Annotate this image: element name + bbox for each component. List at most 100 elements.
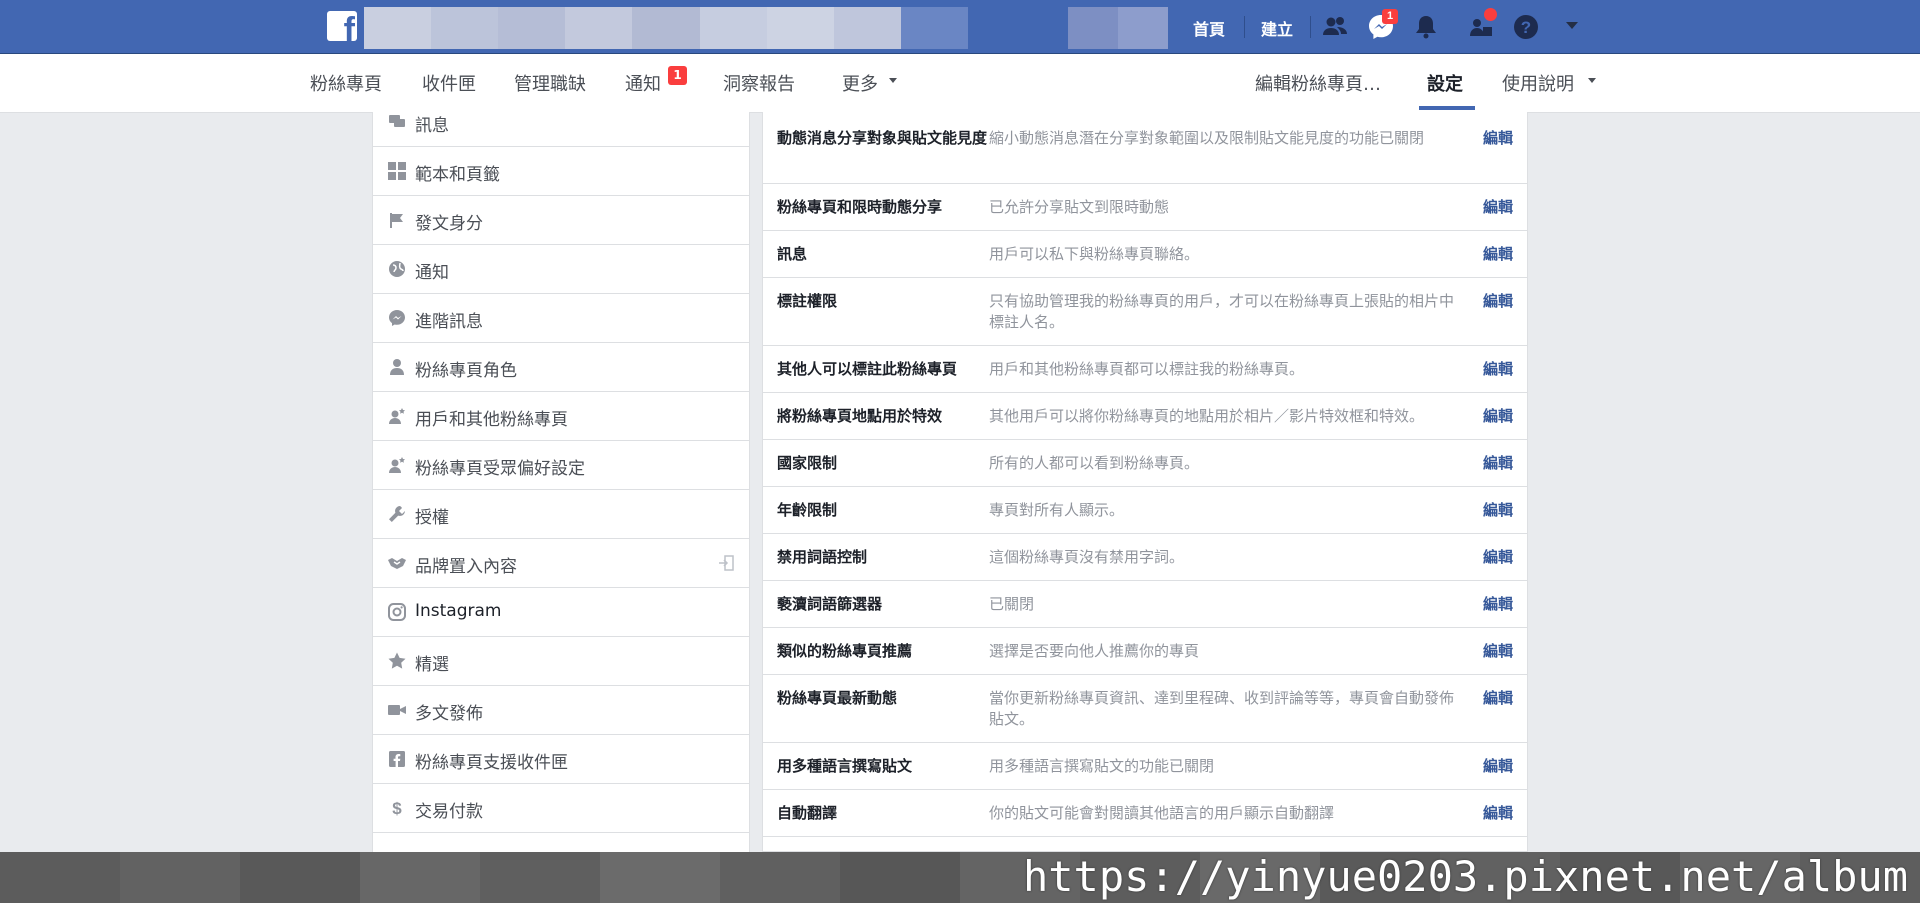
search-input-blurred[interactable]	[364, 7, 968, 49]
page-tools-icon[interactable]	[1467, 8, 1497, 42]
edit-link[interactable]: 編輯	[1483, 756, 1513, 777]
account-menu-chevron-down-icon[interactable]	[1566, 22, 1578, 29]
edit-link[interactable]: 編輯	[1483, 197, 1513, 218]
sidebar-item-featured[interactable]: 精選	[373, 637, 749, 686]
tab-help[interactable]: 使用說明	[1502, 70, 1574, 96]
edit-link[interactable]: 編輯	[1483, 500, 1513, 521]
create-link[interactable]: 建立	[1261, 16, 1293, 40]
facebook-square-icon	[387, 749, 407, 769]
sidebar-item-payments[interactable]: $ 交易付款	[373, 784, 749, 833]
sidebar-item-notifications[interactable]: 通知	[373, 245, 749, 294]
edit-link[interactable]: 編輯	[1483, 244, 1513, 265]
tab-notifications[interactable]: 通知	[625, 70, 661, 96]
settings-row-multi-language-posts[interactable]: 用多種語言撰寫貼文 用多種語言撰寫貼文的功能已關閉 編輯	[763, 743, 1527, 790]
sidebar-item-posting-identity[interactable]: 發文身分	[373, 196, 749, 245]
sidebar-item-support-inbox[interactable]: 粉絲專頁支援收件匣	[373, 735, 749, 784]
sidebar-item-audience-preferences[interactable]: 粉絲專頁受眾偏好設定	[373, 441, 749, 490]
sidebar-item-people-other-pages[interactable]: 用戶和其他粉絲專頁	[373, 392, 749, 441]
settings-row-age-restrictions[interactable]: 年齡限制 專頁對所有人顯示。 編輯	[763, 487, 1527, 534]
setting-description: 這個粉絲專頁沒有禁用字詞。	[989, 548, 1185, 566]
sidebar-item-messages[interactable]: 訊息	[373, 112, 749, 147]
setting-description: 用多種語言撰寫貼文的功能已關閉	[989, 757, 1215, 775]
friend-requests-icon[interactable]	[1320, 12, 1350, 42]
setting-name: 其他人可以標註此粉絲專頁	[777, 360, 958, 378]
sidebar-item-instagram[interactable]: Instagram	[373, 588, 749, 637]
exit-arrow-icon	[717, 554, 735, 572]
page-subnav: 粉絲專頁 收件匣 管理職缺 通知 1 洞察報告 更多 編輯粉絲專頁… 設定 使用…	[0, 54, 1920, 113]
tab-settings[interactable]: 設定	[1427, 70, 1463, 96]
setting-name: 訊息	[777, 245, 808, 263]
edit-link[interactable]: 編輯	[1483, 406, 1513, 427]
video-camera-icon	[387, 700, 407, 720]
tab-insights[interactable]: 洞察報告	[723, 70, 795, 96]
settings-row-country-restrictions[interactable]: 國家限制 所有的人都可以看到粉絲專頁。 編輯	[763, 440, 1527, 487]
edit-link[interactable]: 編輯	[1483, 453, 1513, 474]
help-chevron-down-icon	[1588, 78, 1596, 83]
notifications-bell-icon[interactable]	[1411, 12, 1441, 42]
page-avatar-blurred[interactable]	[1068, 7, 1168, 49]
setting-description: 專頁對所有人顯示。	[989, 501, 1125, 519]
edit-link[interactable]: 編輯	[1483, 803, 1513, 824]
settings-row-others-tagging[interactable]: 其他人可以標註此粉絲專頁 用戶和其他粉絲專頁都可以標註我的粉絲專頁。 編輯	[763, 346, 1527, 393]
setting-description: 用戶可以私下與粉絲專頁聯絡。	[989, 245, 1200, 263]
setting-name: 褻瀆詞語篩選器	[777, 595, 883, 613]
sidebar-item-label: 粉絲專頁角色	[415, 361, 517, 381]
settings-row-similar-page-suggestions[interactable]: 類似的粉絲專頁推薦 選擇是否要向他人推薦你的專頁 編輯	[763, 628, 1527, 675]
settings-row-auto-translate[interactable]: 自動翻譯 你的貼文可能會對閱讀其他語言的用戶顯示自動翻譯 編輯	[763, 790, 1527, 837]
edit-link[interactable]: 編輯	[1483, 641, 1513, 662]
person-star-icon	[387, 455, 407, 475]
sidebar-item-page-roles[interactable]: 粉絲專頁角色	[373, 343, 749, 392]
settings-row-profanity-filter[interactable]: 褻瀆詞語篩選器 已關閉 編輯	[763, 581, 1527, 628]
home-link[interactable]: 首頁	[1193, 16, 1225, 40]
settings-row-page-moderation[interactable]: 禁用詞語控制 這個粉絲專頁沒有禁用字詞。 編輯	[763, 534, 1527, 581]
settings-row-page-updates[interactable]: 粉絲專頁最新動態 當你更新粉絲專頁資訊、達到里程碑、收到評論等等，專頁會自動發佈…	[763, 675, 1527, 743]
setting-name: 國家限制	[777, 454, 838, 472]
sidebar-item-label: 交易付款	[415, 802, 483, 822]
settings-row-tagging-ability[interactable]: 標註權限 只有協助管理我的粉絲專頁的用戶，才可以在粉絲專頁上張貼的相片中標註人名…	[763, 278, 1527, 346]
edit-link[interactable]: 編輯	[1483, 688, 1513, 709]
sidebar-item-label: 範本和頁籤	[415, 165, 500, 185]
messenger-icon	[387, 308, 407, 328]
setting-description: 當你更新粉絲專頁資訊、達到里程碑、收到評論等等，專頁會自動發佈貼文。	[989, 689, 1455, 728]
settings-row-story-sharing[interactable]: 粉絲專頁和限時動態分享 已允許分享貼文到限時動態 編輯	[763, 184, 1527, 231]
svg-text:$: $	[392, 799, 402, 818]
sidebar-item-advanced-messaging[interactable]: 進階訊息	[373, 294, 749, 343]
edit-link[interactable]: 編輯	[1483, 359, 1513, 380]
settings-sidebar: 訊息 範本和頁籤 發文身分 通知 進階訊息 粉絲專頁角色 用戶和其他粉絲專頁 粉…	[372, 112, 750, 852]
sidebar-item-crossposting[interactable]: 多文發佈	[373, 686, 749, 735]
setting-name: 用多種語言撰寫貼文	[777, 757, 913, 775]
edit-page-link[interactable]: 編輯粉絲專頁…	[1255, 70, 1381, 96]
sidebar-item-label: 進階訊息	[415, 312, 483, 332]
sidebar-item-label: 發文身分	[415, 214, 483, 234]
setting-name: 標註權限	[777, 292, 838, 310]
setting-description: 所有的人都可以看到粉絲專頁。	[989, 454, 1200, 472]
edit-link[interactable]: 編輯	[1483, 128, 1513, 149]
setting-name: 將粉絲專頁地點用於特效	[777, 407, 943, 425]
setting-name: 粉絲專頁最新動態	[777, 689, 898, 707]
setting-name: 粉絲專頁和限時動態分享	[777, 198, 943, 216]
edit-link[interactable]: 編輯	[1483, 547, 1513, 568]
edit-link[interactable]: 編輯	[1483, 594, 1513, 615]
tab-page[interactable]: 粉絲專頁	[310, 70, 382, 96]
tab-jobs[interactable]: 管理職缺	[514, 70, 586, 96]
sidebar-item-label: 精選	[415, 655, 449, 675]
handshake-icon	[387, 553, 407, 573]
settings-row-location-effects[interactable]: 將粉絲專頁地點用於特效 其他用戶可以將你粉絲專頁的地點用於相片／影片特效框和特效…	[763, 393, 1527, 440]
flag-icon	[387, 210, 407, 230]
setting-name: 動態消息分享對象與貼文能見度	[777, 129, 988, 147]
settings-row-messages[interactable]: 訊息 用戶可以私下與粉絲專頁聯絡。 編輯	[763, 231, 1527, 278]
messenger-icon[interactable]: 1	[1366, 9, 1398, 42]
sidebar-item-templates-tabs[interactable]: 範本和頁籤	[373, 147, 749, 196]
svg-text:?: ?	[1521, 18, 1531, 37]
top-navigation-bar: f 首頁 建立 1 ?	[0, 0, 1920, 54]
settings-row-news-feed-audience[interactable]: 動態消息分享對象與貼文能見度 縮小動態消息潛在分享對象範圍以及限制貼文能見度的功…	[763, 112, 1527, 184]
facebook-logo-icon[interactable]: f	[327, 11, 357, 41]
sidebar-item-authorizations[interactable]: 授權	[373, 490, 749, 539]
sidebar-item-branded-content[interactable]: 品牌置入內容	[373, 539, 749, 588]
help-icon[interactable]: ?	[1511, 12, 1541, 42]
tab-more[interactable]: 更多	[842, 70, 878, 96]
setting-description: 已關閉	[989, 595, 1035, 613]
divider	[1244, 16, 1245, 38]
edit-link[interactable]: 編輯	[1483, 291, 1513, 312]
tab-inbox[interactable]: 收件匣	[422, 70, 476, 96]
